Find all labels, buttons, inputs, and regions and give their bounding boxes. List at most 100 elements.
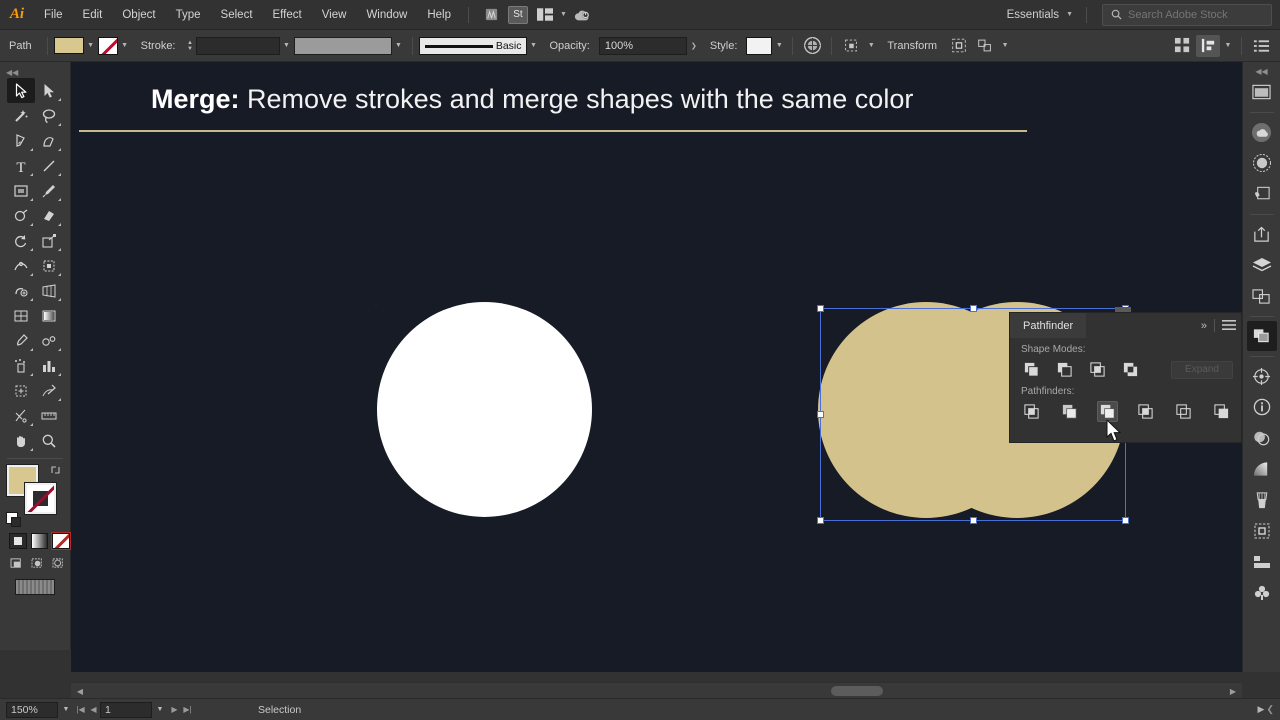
brush-definition-field[interactable]: Basic (418, 36, 527, 55)
expand-button[interactable]: Expand (1171, 360, 1233, 379)
magic-wand-tool[interactable] (7, 103, 35, 128)
transparency-panel-icon[interactable] (1247, 423, 1277, 453)
column-graph-tool[interactable] (35, 353, 63, 378)
lasso-tool[interactable] (35, 103, 63, 128)
panel-drag-handle[interactable] (1115, 307, 1131, 312)
menu-file[interactable]: File (34, 0, 73, 30)
symbol-sprayer-tool[interactable] (7, 353, 35, 378)
stroke-weight-chevron-down-icon[interactable]: ▼ (280, 37, 294, 55)
group-chevron-down-icon[interactable]: ▼ (998, 37, 1012, 55)
document-info-panel-icon[interactable] (1247, 392, 1277, 422)
type-tool[interactable]: T (7, 153, 35, 178)
intersect-button[interactable] (1087, 359, 1108, 380)
zoom-level-field[interactable]: 150% (6, 701, 58, 718)
scrollbar-thumb[interactable] (831, 686, 883, 696)
workspace-switcher[interactable]: Essentials ▼ (997, 9, 1079, 21)
cc-libraries-sync-icon[interactable] (569, 4, 595, 26)
blend-tool[interactable] (35, 328, 63, 353)
brush-chevron-down-icon[interactable]: ▼ (527, 37, 541, 55)
panel-options-icon[interactable] (1249, 35, 1273, 57)
zoom-chevron-down-icon[interactable]: ▼ (58, 702, 74, 718)
paragraph-panel-icon[interactable] (1247, 547, 1277, 577)
last-artboard-icon[interactable]: ▶| (181, 702, 194, 718)
menu-edit[interactable]: Edit (73, 0, 113, 30)
play-icon[interactable]: ▶ (1258, 704, 1265, 715)
artboard-tool[interactable] (7, 378, 35, 403)
menu-effect[interactable]: Effect (263, 0, 312, 30)
stroke-weight-field[interactable] (195, 36, 280, 55)
scroll-right-icon[interactable]: ▶ (1226, 683, 1240, 699)
next-artboard-icon[interactable]: ▶ (168, 702, 181, 718)
minus-back-button[interactable] (1211, 401, 1232, 422)
shape-builder-tool[interactable] (7, 278, 35, 303)
scissors-tool[interactable] (7, 403, 35, 428)
brushes-panel-icon[interactable] (1247, 485, 1277, 515)
adobe-stock-icon[interactable]: St (508, 5, 528, 24)
first-artboard-icon[interactable]: |◀ (74, 702, 87, 718)
merge-button[interactable] (1097, 401, 1118, 422)
fill-color-swatch[interactable] (53, 37, 84, 54)
measure-tool[interactable] (35, 403, 63, 428)
perspective-grid-tool[interactable] (35, 278, 63, 303)
rotate-tool[interactable] (7, 228, 35, 253)
graphic-style-swatch[interactable] (746, 36, 773, 55)
drawing-mode-inside[interactable] (51, 556, 68, 571)
stroke-chevron-down-icon[interactable]: ▼ (118, 37, 132, 55)
stroke-weight-stepper[interactable]: ▲ ▼ (185, 37, 196, 55)
swap-fill-and-stroke-icon[interactable] (50, 464, 62, 476)
pathfinder-panel-icon[interactable] (1246, 321, 1277, 351)
back-icon[interactable]: ❮ (1266, 704, 1274, 715)
line-segment-tool[interactable] (35, 153, 63, 178)
opacity-field[interactable]: 100% (598, 36, 687, 55)
fill-chevron-down-icon[interactable]: ▼ (84, 37, 98, 55)
isolate-selected-object-icon[interactable] (947, 35, 971, 57)
select-similar-chevron-down-icon[interactable]: ▼ (864, 37, 878, 55)
style-chevron-down-icon[interactable]: ▼ (772, 37, 786, 55)
opacity-expand-icon[interactable]: ❯ (687, 37, 701, 55)
trim-button[interactable] (1059, 401, 1080, 422)
select-similar-objects-icon[interactable] (839, 35, 863, 57)
transform-panel-icon[interactable] (1247, 361, 1277, 391)
unite-button[interactable] (1021, 359, 1042, 380)
free-transform-tool[interactable] (35, 253, 63, 278)
arrange-chevron-down-icon[interactable]: ▼ (560, 11, 567, 18)
drawing-mode-behind[interactable] (30, 556, 47, 571)
horizontal-scrollbar[interactable]: ◀ ▶ (71, 682, 1242, 698)
color-panel-icon[interactable] (1247, 148, 1277, 178)
artboards-panel-icon[interactable] (1247, 77, 1277, 107)
slice-tool[interactable] (35, 378, 63, 403)
appearance-panel-icon[interactable] (1247, 516, 1277, 546)
distribute-chevron-down-icon[interactable]: ▼ (1221, 37, 1235, 55)
scale-tool[interactable] (35, 228, 63, 253)
eraser-tool[interactable] (35, 203, 63, 228)
scroll-left-icon[interactable]: ◀ (73, 683, 87, 699)
align-panel-icon[interactable] (1247, 281, 1277, 311)
curvature-tool[interactable] (35, 128, 63, 153)
distribute-spacing-icon[interactable] (1196, 34, 1220, 57)
gradient-mode-button[interactable] (30, 533, 49, 549)
gradient-panel-icon[interactable] (1247, 454, 1277, 484)
menu-type[interactable]: Type (166, 0, 211, 30)
shaper-tool[interactable] (7, 203, 35, 228)
export-panel-icon[interactable] (1247, 219, 1277, 249)
drawing-mode-normal[interactable] (9, 556, 26, 571)
direct-selection-tool[interactable] (35, 78, 63, 103)
bridge-icon[interactable] (478, 4, 504, 26)
search-input[interactable] (1128, 8, 1258, 21)
stroke-profile-chevron-down-icon[interactable]: ▼ (392, 37, 406, 55)
collapse-panel-icon[interactable]: » (1201, 320, 1207, 332)
rectangle-tool[interactable] (7, 178, 35, 203)
previous-artboard-icon[interactable]: ◀ (87, 702, 100, 718)
minus-front-button[interactable] (1054, 359, 1075, 380)
recolor-artwork-icon[interactable] (800, 35, 824, 57)
stroke-swatch[interactable] (24, 482, 57, 515)
default-fill-and-stroke-icon[interactable] (6, 512, 21, 527)
width-tool[interactable] (7, 253, 35, 278)
layers-panel-icon[interactable] (1247, 250, 1277, 280)
mesh-tool[interactable] (7, 303, 35, 328)
change-screen-mode-icon[interactable] (15, 579, 55, 595)
white-circle-shape[interactable] (377, 302, 592, 517)
tab-pathfinder[interactable]: Pathfinder (1010, 313, 1087, 338)
artboard-number-field[interactable]: 1 (100, 701, 152, 718)
hand-tool[interactable] (7, 428, 35, 453)
